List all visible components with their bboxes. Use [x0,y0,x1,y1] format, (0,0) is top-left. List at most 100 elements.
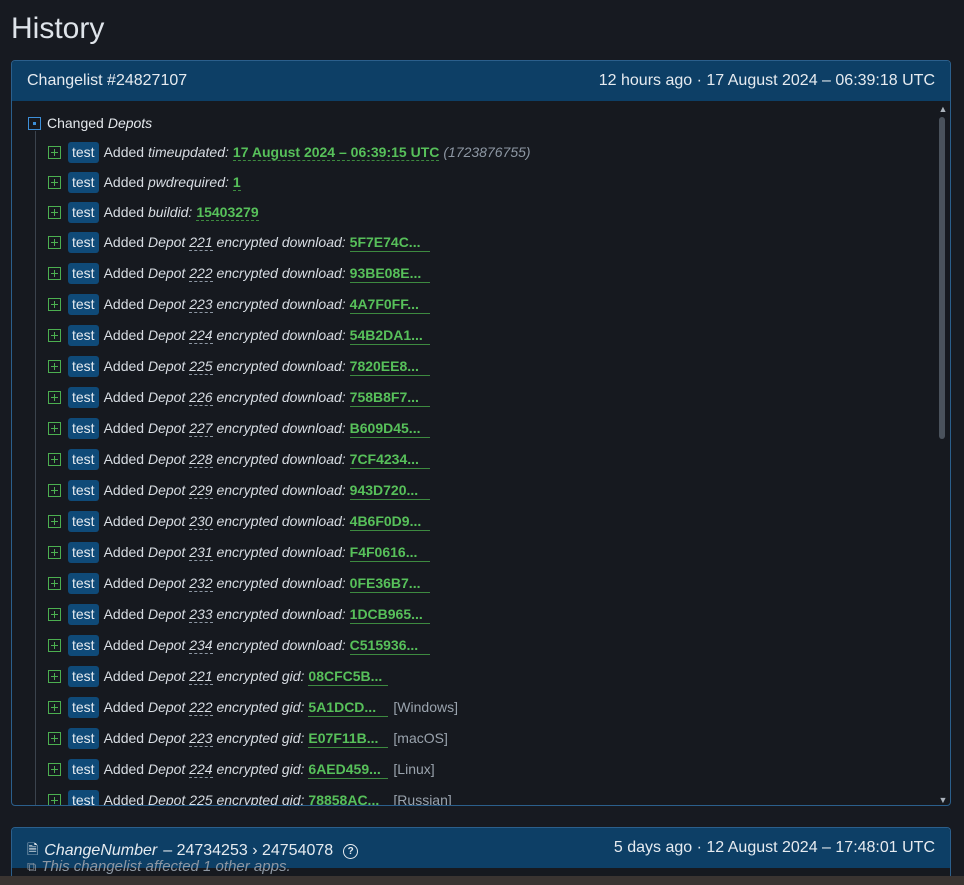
branch-tag: test [68,232,99,253]
change-row: test Added Depot 224 encrypted download: 5… [48,325,531,356]
depot-id-link[interactable]: 228 [189,451,213,468]
branch-tag: test [68,172,99,193]
change-row: test Added pwdrequired: 1 [48,172,531,202]
row-text: Added Depot 225 encrypted gid: 78858AC...… [104,790,452,806]
change-row: test Added Depot 233 encrypted download: 1… [48,604,531,635]
depot-id-link[interactable]: 224 [189,761,213,778]
row-action: Added [103,234,145,250]
row-depot: Depot [147,792,186,806]
row-value[interactable]: 15403279 [196,204,259,221]
row-value[interactable]: 4A7F0FF... [349,295,430,314]
depot-id-link[interactable]: 230 [189,513,213,530]
branch-tag: test [68,666,99,687]
plus-icon [48,670,61,683]
tree-root-label: Changed [47,115,104,131]
depot-id-link[interactable]: 223 [189,296,213,313]
change-row: test Added Depot 225 encrypted download: 7… [48,356,531,387]
row-depot: Depot [147,296,186,312]
depot-id-link[interactable]: 225 [189,792,213,805]
row-value[interactable]: F4F0616... [349,543,430,562]
row-text: Added buildid: 15403279 [104,202,259,223]
row-value[interactable]: 6AED459... [308,760,389,779]
plus-icon [48,236,61,249]
branch-tag: test [68,604,99,625]
row-action: Added [103,606,145,622]
row-value[interactable]: 08CFC5B... [308,667,389,686]
row-label: encrypted download: [216,358,346,374]
help-icon[interactable]: ? [343,843,359,859]
row-action: Added [103,265,145,281]
row-value[interactable]: 1 [232,174,241,191]
change-rows: test Added timeupdated: 17 August 2024 – 0… [48,142,531,806]
depot-id-link[interactable]: 227 [189,420,213,437]
scroll-up-icon[interactable]: ▲ [936,103,950,115]
scrollbar[interactable]: ▲ ▼ [936,101,950,805]
depot-id-link[interactable]: 224 [189,327,213,344]
row-action: Added [103,575,145,591]
row-value[interactable]: 0FE36B7... [349,574,430,593]
row-text: Added Depot 224 encrypted gid: 6AED459...… [104,759,435,780]
changelist-time: 12 hours ago · 17 August 2024 – 06:39:18… [598,72,935,89]
plus-icon [48,329,61,342]
depot-id-link[interactable]: 222 [189,265,213,282]
row-label: encrypted gid: [216,761,305,777]
row-value[interactable]: 7820EE8... [349,357,430,376]
row-action: Added [103,358,145,374]
row-value[interactable]: B609D45... [349,419,430,438]
row-value[interactable]: 78858AC... [308,791,388,805]
row-depot: Depot [147,606,186,622]
change-row: test Added Depot 229 encrypted download: 9… [48,480,531,511]
change-row: test Added Depot 223 encrypted gid: E07F11… [48,728,531,759]
row-value[interactable]: 758B8F7... [349,388,430,407]
scroll-down-icon[interactable]: ▼ [936,794,950,805]
plus-icon [48,453,61,466]
row-key: buildid: [147,204,193,220]
row-value[interactable]: 5F7E74C... [349,233,430,252]
row-key: pwdrequired: [147,174,229,190]
row-extra: (1723876755) [443,144,531,160]
branch-tag: test [68,573,99,594]
row-value[interactable]: 5A1DCD... [308,698,389,717]
depot-id-link[interactable]: 232 [189,575,213,592]
plus-icon [48,546,61,559]
branch-tag: test [68,511,99,532]
row-label: encrypted download: [216,451,346,467]
row-value[interactable]: 4B6F0D9... [349,512,430,531]
depot-id-link[interactable]: 229 [189,482,213,499]
branch-tag: test [68,202,99,223]
row-value[interactable]: 7CF4234... [349,450,430,469]
depot-id-link[interactable]: 234 [189,637,213,654]
depot-id-link[interactable]: 221 [189,668,213,685]
row-label: encrypted gid: [216,792,305,806]
row-value[interactable]: 17 August 2024 – 06:39:15 UTC [232,144,440,161]
row-value[interactable]: 54B2DA1... [349,326,430,345]
depot-id-link[interactable]: 226 [189,389,213,406]
tree-root-changed-depots[interactable]: Changed Depots [28,115,152,131]
branch-tag: test [68,263,99,284]
depot-id-link[interactable]: 225 [189,358,213,375]
branch-tag: test [68,325,99,346]
row-value[interactable]: 943D720... [349,481,430,500]
scroll-thumb[interactable] [939,117,945,439]
row-text: Added Depot 226 encrypted download: 758B8… [104,387,430,408]
depot-id-link[interactable]: 222 [189,699,213,716]
plus-icon [48,360,61,373]
row-value[interactable]: 1DCB965... [349,605,430,624]
row-value[interactable]: C515936... [349,636,430,655]
change-row: test Added Depot 223 encrypted download: 4… [48,294,531,325]
changelist-title[interactable]: Changelist #24827107 [27,72,187,90]
branch-tag: test [68,635,99,656]
depot-id-link[interactable]: 231 [189,544,213,561]
depot-id-link[interactable]: 223 [189,730,213,747]
row-value[interactable]: E07F11B... [308,729,389,748]
collapse-icon[interactable] [28,116,41,130]
branch-tag: test [68,387,99,408]
depot-id-link[interactable]: 221 [189,234,213,251]
row-value[interactable]: 93BE08E... [349,264,430,283]
row-action: Added [103,296,145,312]
row-depot: Depot [147,389,186,405]
row-action: Added [103,482,145,498]
change-row: test Added Depot 232 encrypted download: 0… [48,573,531,604]
depot-id-link[interactable]: 233 [189,606,213,623]
changelist-body[interactable]: Changed Depots test Added timeupdated: 17 … [12,101,950,806]
